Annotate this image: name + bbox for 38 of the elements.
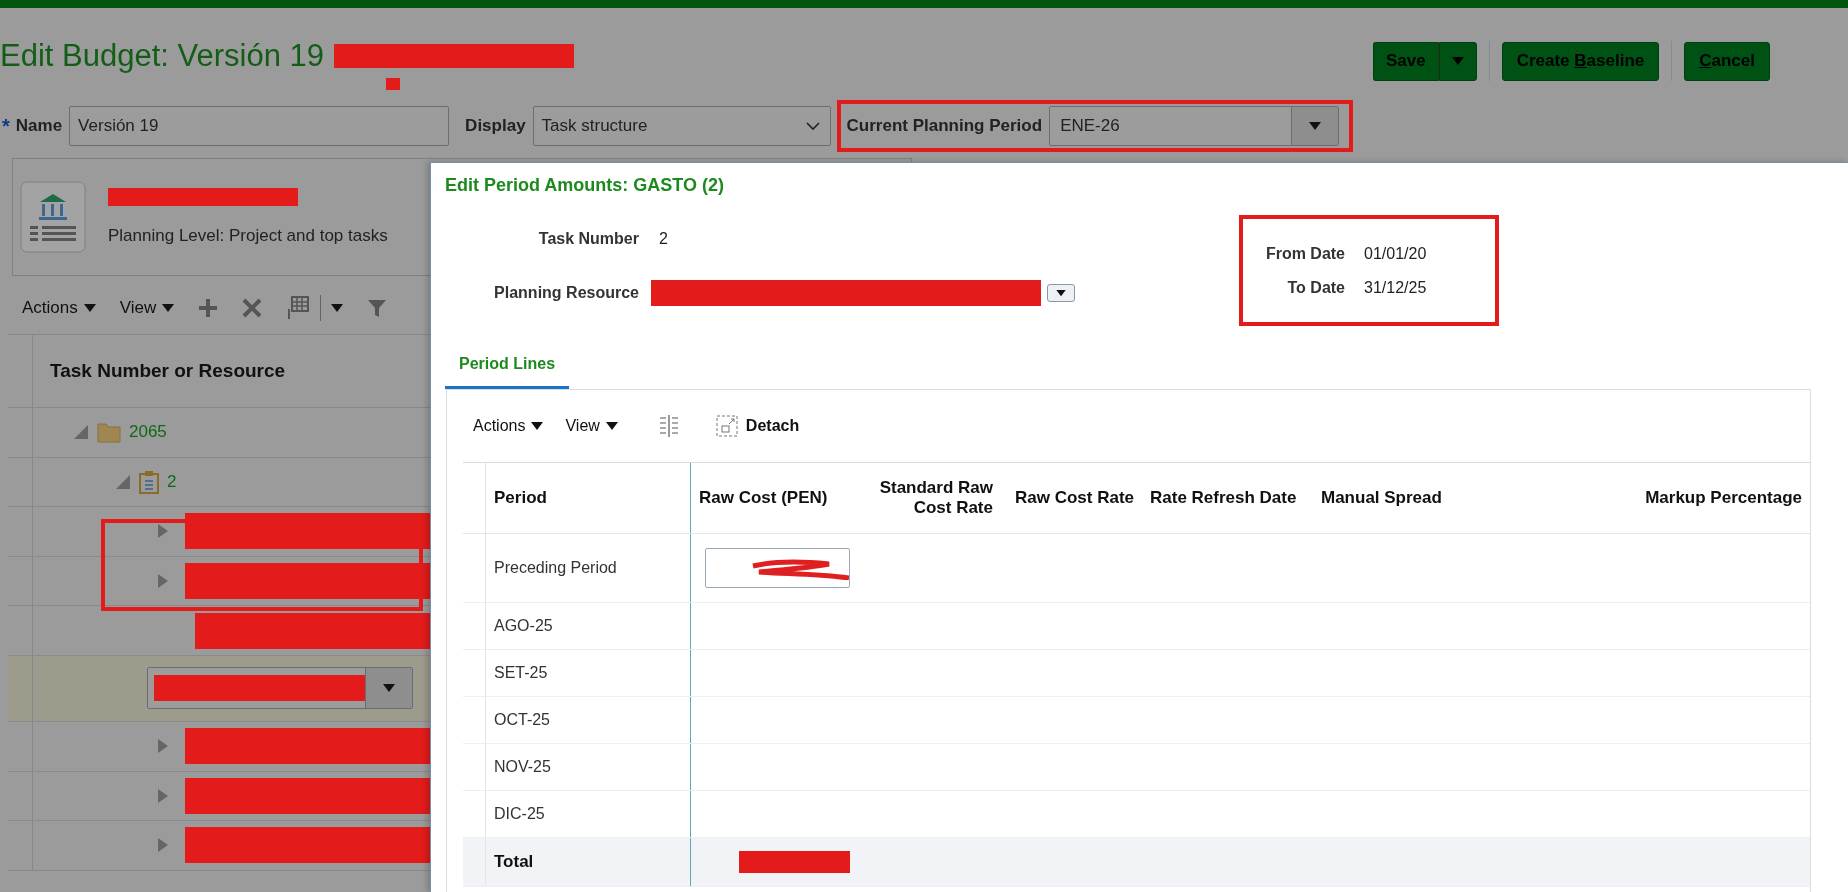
planning-level: Planning Level: Project and top tasks xyxy=(108,226,388,246)
period-cell-text: OCT-25 xyxy=(493,711,551,729)
actions-menu[interactable]: Actions xyxy=(22,298,96,318)
field-label: Planning Resource xyxy=(493,284,639,302)
field-value: 31/12/25 xyxy=(1364,278,1427,297)
total-label: Total xyxy=(493,852,535,872)
view-menu[interactable]: View xyxy=(119,298,175,318)
view-menu[interactable]: View xyxy=(565,417,618,435)
column-header: Markup Percentage xyxy=(1644,487,1803,509)
detach-button[interactable]: Detach xyxy=(715,415,800,437)
field-label: Task Number xyxy=(537,230,639,248)
period-cell-text: DIC-25 xyxy=(493,805,546,823)
period-select[interactable]: ENE-26 xyxy=(1049,106,1340,146)
field-label: To Date xyxy=(1286,278,1345,297)
column-header: Rate Refresh Date xyxy=(1149,487,1298,509)
tab[interactable]: Period Lines xyxy=(445,342,570,389)
column-header: Standard Raw Cost Rate xyxy=(878,477,994,519)
field-label: Display xyxy=(465,116,526,136)
column-header: Task Number or Resource xyxy=(50,360,286,382)
column-header: Raw Cost (PEN) xyxy=(690,463,850,533)
column-header: Manual Spread xyxy=(1320,487,1443,509)
required-mark: * xyxy=(2,114,10,138)
field-label: Current Planning Period xyxy=(846,116,1043,136)
period-cell-text: AGO-25 xyxy=(493,617,554,635)
field-value: 01/01/20 xyxy=(1364,244,1427,263)
actions-menu[interactable]: Actions xyxy=(473,417,544,435)
field-label: Name xyxy=(15,116,63,136)
period-cell-text: SET-25 xyxy=(493,664,549,682)
field-value: 2 xyxy=(659,230,668,248)
period-cell-text: Preceding Period xyxy=(493,559,618,577)
display-select[interactable]: Task structure xyxy=(532,106,831,146)
dialog-title: Edit Period Amounts: GASTO (2) xyxy=(444,174,725,196)
column-header: Period xyxy=(493,487,548,509)
period-cell-text: NOV-25 xyxy=(493,758,552,776)
column-header: Raw Cost Rate xyxy=(1013,487,1135,509)
field-label: From Date xyxy=(1264,244,1345,263)
name-field[interactable]: Versión 19 xyxy=(69,106,450,146)
page-title: Edit Budget: Versión 19 xyxy=(0,38,324,74)
